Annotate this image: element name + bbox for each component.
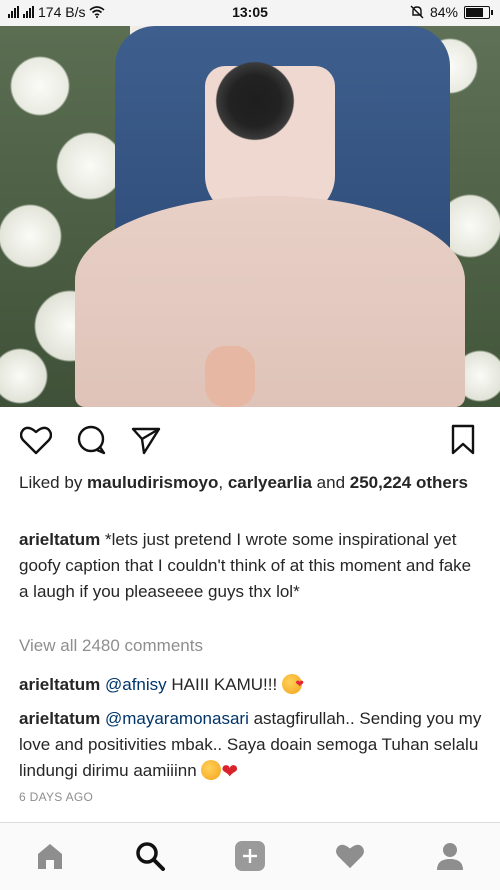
necklace — [210, 56, 300, 146]
add-icon — [235, 841, 265, 871]
heart-emoji: ❤ — [221, 761, 239, 783]
profile-icon — [437, 843, 463, 870]
liker-username[interactable]: carlyearlia — [228, 473, 312, 492]
view-all-comments-link[interactable]: View all 2480 comments — [19, 636, 203, 656]
comment: arieltatum @mayaramonasari astagfirullah… — [19, 706, 484, 784]
heart-icon — [336, 844, 364, 869]
caption: arieltatum *lets just pretend I wrote so… — [19, 527, 484, 605]
bottom-nav — [0, 822, 500, 890]
hug-face-emoji — [201, 760, 222, 780]
comment-mention[interactable]: @mayaramonasari — [105, 709, 249, 728]
battery-percent: 84% — [429, 4, 458, 20]
kiss-face-emoji: ❤ — [281, 674, 304, 694]
likes-separator: , — [218, 473, 228, 492]
liker-username[interactable]: mauludirismoyo — [87, 473, 218, 492]
nav-activity[interactable] — [333, 839, 367, 873]
home-icon — [38, 844, 62, 869]
send-icon — [131, 427, 161, 455]
search-icon — [136, 842, 165, 871]
share-button[interactable] — [128, 422, 164, 458]
save-button[interactable] — [445, 422, 481, 458]
post-timestamp: 6 DAYS AGO — [19, 790, 94, 804]
comment: arieltatum @afnisy HAIII KAMU!!! ❤ — [19, 672, 484, 698]
comment-button[interactable] — [73, 422, 109, 458]
nav-search[interactable] — [133, 839, 167, 873]
nav-add[interactable] — [233, 839, 267, 873]
like-button[interactable] — [18, 422, 54, 458]
comment-username[interactable]: arieltatum — [19, 709, 100, 728]
tulle-skirt — [75, 196, 465, 407]
likes-prefix: Liked by — [19, 473, 88, 492]
heart-icon — [20, 426, 52, 455]
status-bar: 174 B/s 13:05 84% — [0, 0, 500, 26]
comment-text: HAIII KAMU!!! — [166, 675, 282, 694]
comment-icon — [77, 425, 106, 455]
caption-username[interactable]: arieltatum — [19, 530, 100, 549]
battery-icon — [464, 5, 493, 19]
likes-and: and — [311, 473, 350, 492]
action-bar — [0, 418, 500, 458]
leg — [205, 346, 255, 407]
comment-username[interactable]: arieltatum — [19, 675, 100, 694]
nav-home[interactable] — [33, 839, 67, 873]
comment-mention[interactable]: @afnisy — [105, 675, 167, 694]
alarm-off-icon — [410, 5, 424, 19]
status-right: 84% — [410, 4, 493, 20]
nav-profile[interactable] — [433, 839, 467, 873]
likes-count[interactable]: 250,224 others — [350, 473, 468, 492]
bookmark-icon — [451, 424, 475, 455]
likes-line[interactable]: Liked by mauludirismoyo, carlyearlia and… — [19, 470, 484, 496]
post-photo[interactable] — [0, 26, 500, 407]
